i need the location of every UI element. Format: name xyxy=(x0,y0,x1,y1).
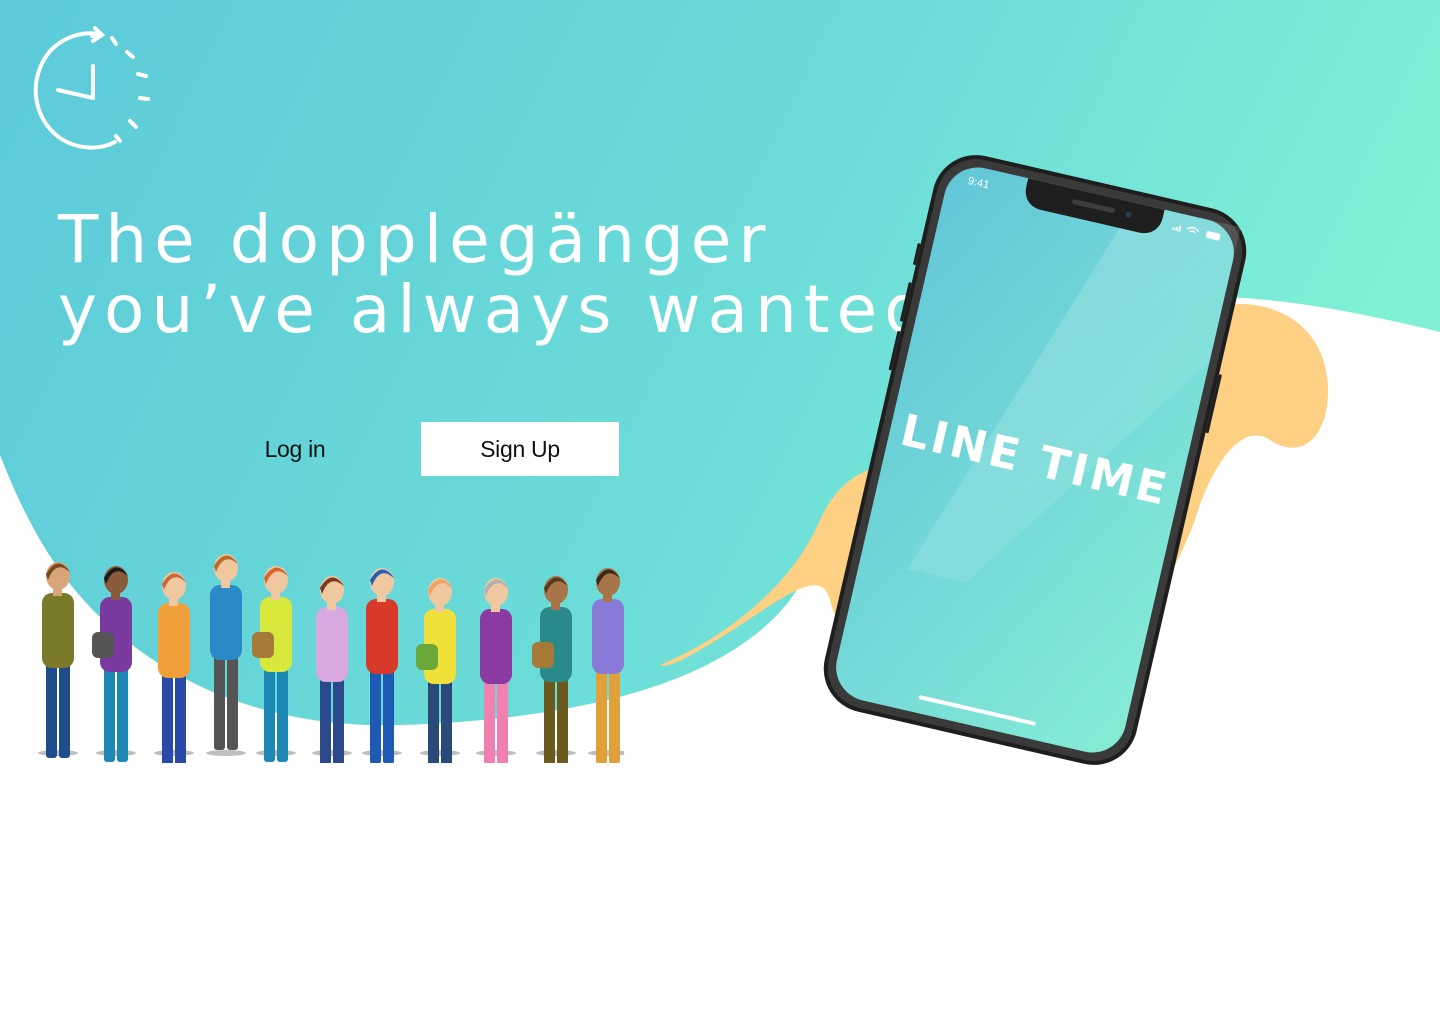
people-queue-illustration xyxy=(38,554,624,763)
clock-logo-icon[interactable] xyxy=(30,24,154,154)
headline-line-1: The dopplegänger xyxy=(58,201,773,278)
hero-headline: The dopplegänger you’ve always wanted xyxy=(58,205,933,345)
headline-line-2: you’ve always wanted xyxy=(58,271,934,348)
signup-button[interactable]: Sign Up xyxy=(421,422,619,476)
phone-mockup: 9:41 LINE TIME xyxy=(823,155,1247,765)
login-button[interactable]: Log in xyxy=(196,422,394,476)
